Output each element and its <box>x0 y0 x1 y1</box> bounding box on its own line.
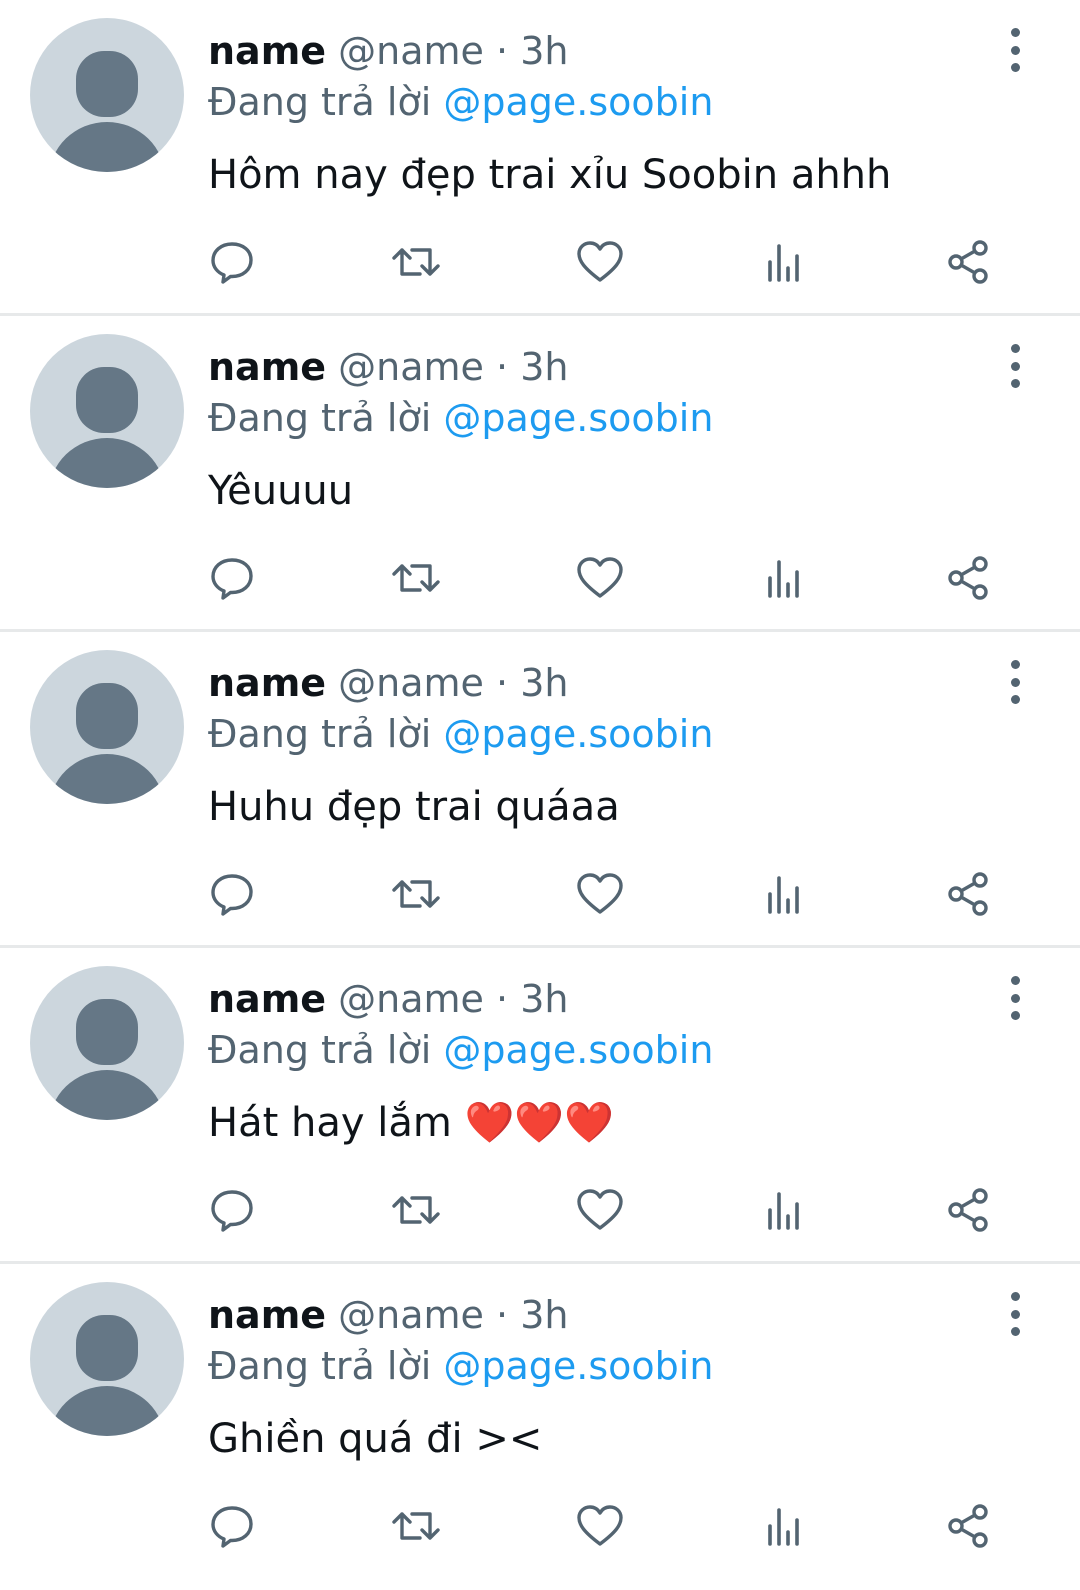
replying-to-line: Đang trả lời @page.soobin <box>208 393 713 443</box>
heart-icon[interactable] <box>574 1184 626 1236</box>
share-icon[interactable] <box>942 868 994 920</box>
replying-to-label: Đang trả lời <box>208 396 432 440</box>
more-vertical-icon[interactable] <box>1000 344 1030 388</box>
display-name[interactable]: name <box>208 661 326 705</box>
display-name[interactable]: name <box>208 977 326 1021</box>
views-chart-icon[interactable] <box>758 1184 810 1236</box>
heart-icon[interactable] <box>574 236 626 288</box>
action-bar <box>0 868 1080 920</box>
default-avatar-icon[interactable] <box>30 334 184 488</box>
share-icon[interactable] <box>942 1500 994 1552</box>
views-chart-icon[interactable] <box>758 1500 810 1552</box>
reply-item[interactable]: name @name · 3h Đang trả lời @page.soobi… <box>0 948 1080 1264</box>
more-vertical-icon[interactable] <box>1000 976 1030 1020</box>
share-icon[interactable] <box>942 552 994 604</box>
reply-item[interactable]: name @name · 3h Đang trả lời @page.soobi… <box>0 0 1080 316</box>
reply-header: name @name · 3h <box>208 1290 568 1340</box>
replying-to-mention[interactable]: @page.soobin <box>443 80 713 124</box>
separator-dot: · <box>496 1293 509 1337</box>
more-vertical-icon[interactable] <box>1000 660 1030 704</box>
action-bar <box>0 1500 1080 1552</box>
reply-item[interactable]: name @name · 3h Đang trả lời @page.soobi… <box>0 632 1080 948</box>
share-icon[interactable] <box>942 1184 994 1236</box>
replying-to-label: Đang trả lời <box>208 712 432 756</box>
retweet-icon[interactable] <box>390 868 442 920</box>
replying-to-line: Đang trả lời @page.soobin <box>208 709 713 759</box>
replying-to-label: Đang trả lời <box>208 1028 432 1072</box>
default-avatar-icon[interactable] <box>30 1282 184 1436</box>
default-avatar-icon[interactable] <box>30 18 184 172</box>
reply-bubble-icon[interactable] <box>206 868 258 920</box>
more-vertical-icon[interactable] <box>1000 28 1030 72</box>
user-handle[interactable]: @name <box>338 345 484 389</box>
reply-header: name @name · 3h <box>208 974 568 1024</box>
separator-dot: · <box>496 29 509 73</box>
retweet-icon[interactable] <box>390 1184 442 1236</box>
reply-header: name @name · 3h <box>208 342 568 392</box>
reply-bubble-icon[interactable] <box>206 236 258 288</box>
heart-icon[interactable] <box>574 868 626 920</box>
separator-dot: · <box>496 345 509 389</box>
display-name[interactable]: name <box>208 29 326 73</box>
reply-feed: name @name · 3h Đang trả lời @page.soobi… <box>0 0 1080 1580</box>
views-chart-icon[interactable] <box>758 552 810 604</box>
retweet-icon[interactable] <box>390 552 442 604</box>
replying-to-line: Đang trả lời @page.soobin <box>208 1025 713 1075</box>
replying-to-line: Đang trả lời @page.soobin <box>208 77 713 127</box>
reply-text: Yêuuuu <box>208 468 354 514</box>
user-handle[interactable]: @name <box>338 1293 484 1337</box>
display-name[interactable]: name <box>208 1293 326 1337</box>
timestamp[interactable]: 3h <box>520 345 568 389</box>
default-avatar-icon[interactable] <box>30 650 184 804</box>
reply-item[interactable]: name @name · 3h Đang trả lời @page.soobi… <box>0 1264 1080 1580</box>
separator-dot: · <box>496 977 509 1021</box>
action-bar <box>0 552 1080 604</box>
retweet-icon[interactable] <box>390 236 442 288</box>
display-name[interactable]: name <box>208 345 326 389</box>
replying-to-mention[interactable]: @page.soobin <box>443 1028 713 1072</box>
action-bar <box>0 1184 1080 1236</box>
default-avatar-icon[interactable] <box>30 966 184 1120</box>
reply-text: Huhu đẹp trai quáaa <box>208 784 620 830</box>
reply-text: Ghiền quá đi >< <box>208 1416 543 1462</box>
heart-icon[interactable] <box>574 552 626 604</box>
views-chart-icon[interactable] <box>758 868 810 920</box>
replying-to-label: Đang trả lời <box>208 1344 432 1388</box>
replying-to-mention[interactable]: @page.soobin <box>443 396 713 440</box>
separator-dot: · <box>496 661 509 705</box>
views-chart-icon[interactable] <box>758 236 810 288</box>
reply-bubble-icon[interactable] <box>206 552 258 604</box>
timestamp[interactable]: 3h <box>520 1293 568 1337</box>
replying-to-line: Đang trả lời @page.soobin <box>208 1341 713 1391</box>
reply-bubble-icon[interactable] <box>206 1184 258 1236</box>
reply-text: Hát hay lắm ❤️❤️❤️ <box>208 1100 614 1146</box>
reply-bubble-icon[interactable] <box>206 1500 258 1552</box>
reply-header: name @name · 3h <box>208 26 568 76</box>
action-bar <box>0 236 1080 288</box>
user-handle[interactable]: @name <box>338 29 484 73</box>
timestamp[interactable]: 3h <box>520 977 568 1021</box>
user-handle[interactable]: @name <box>338 977 484 1021</box>
timestamp[interactable]: 3h <box>520 661 568 705</box>
user-handle[interactable]: @name <box>338 661 484 705</box>
replying-to-mention[interactable]: @page.soobin <box>443 1344 713 1388</box>
timestamp[interactable]: 3h <box>520 29 568 73</box>
reply-header: name @name · 3h <box>208 658 568 708</box>
reply-text: Hôm nay đẹp trai xỉu Soobin ahhh <box>208 152 892 198</box>
heart-icon[interactable] <box>574 1500 626 1552</box>
retweet-icon[interactable] <box>390 1500 442 1552</box>
replying-to-mention[interactable]: @page.soobin <box>443 712 713 756</box>
reply-item[interactable]: name @name · 3h Đang trả lời @page.soobi… <box>0 316 1080 632</box>
share-icon[interactable] <box>942 236 994 288</box>
more-vertical-icon[interactable] <box>1000 1292 1030 1336</box>
replying-to-label: Đang trả lời <box>208 80 432 124</box>
